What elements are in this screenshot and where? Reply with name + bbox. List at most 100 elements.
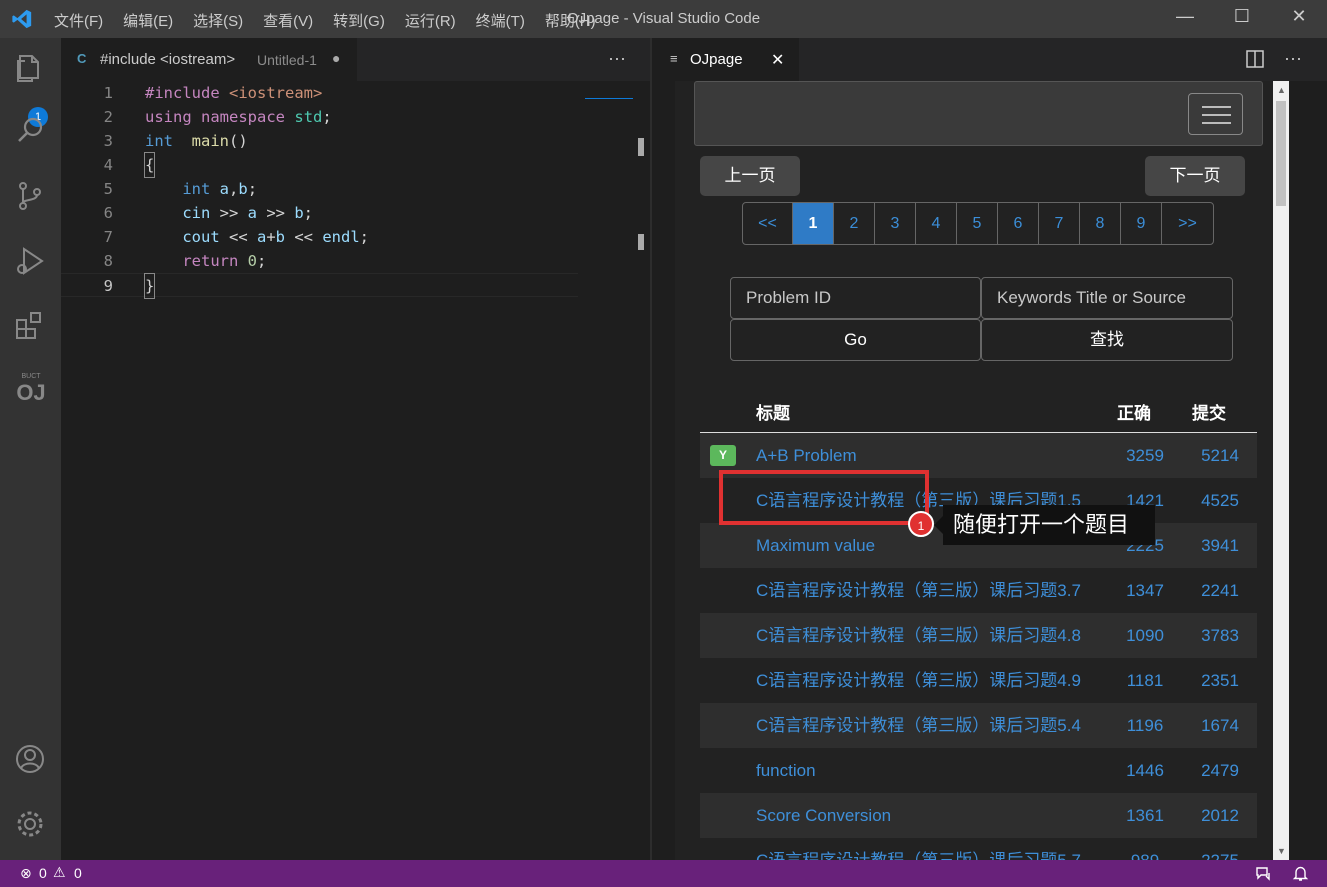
webview-scrollbar[interactable]: ▲ ▼	[1273, 81, 1289, 860]
col-submit[interactable]: 提交	[1192, 399, 1226, 424]
table-row[interactable]: C语言程序设计教程（第三版）课后习题5.4 1196 1674	[700, 703, 1257, 748]
problem-title-link[interactable]: C语言程序设计教程（第三版）课后习题4.9	[756, 658, 1081, 703]
page-2[interactable]: 2	[834, 203, 875, 244]
editor-more-actions-icon[interactable]: ···	[608, 48, 626, 69]
oj-extension-icon[interactable]: BUCT OJ	[12, 373, 50, 411]
page-4[interactable]: 4	[916, 203, 957, 244]
feedback-icon[interactable]	[1255, 865, 1272, 882]
table-row[interactable]: C语言程序设计教程（第三版）课后习题4.8 1090 3783	[700, 613, 1257, 658]
submit-count[interactable]: 3941	[1190, 523, 1250, 568]
correct-count[interactable]: 3259	[1110, 433, 1180, 478]
more-actions-icon[interactable]: ···	[1284, 48, 1302, 69]
page-8[interactable]: 8	[1080, 203, 1121, 244]
correct-count[interactable]: 1347	[1110, 568, 1180, 613]
next-page-button[interactable]: 下一页	[1145, 156, 1245, 196]
tab-close-icon[interactable]: ✕	[771, 50, 784, 70]
warnings-icon[interactable]: ⚠	[53, 864, 66, 881]
table-row[interactable]: function 1446 2479	[700, 748, 1257, 793]
tab-dirty-indicator[interactable]: ●	[332, 50, 340, 66]
submit-count[interactable]: 2012	[1190, 793, 1250, 838]
correct-count[interactable]: 1361	[1110, 793, 1180, 838]
submit-count[interactable]: 4525	[1190, 478, 1250, 523]
submit-count[interactable]: 5214	[1190, 433, 1250, 478]
accounts-icon[interactable]	[12, 741, 50, 779]
keywords-input[interactable]: Keywords Title or Source	[981, 277, 1233, 319]
editor-scrollbar-marker	[638, 234, 644, 250]
extensions-icon[interactable]	[12, 308, 50, 346]
errors-count[interactable]: 0	[39, 865, 47, 881]
editor-tab-untitled[interactable]: C #include <iostream> Untitled-1 ●	[61, 38, 357, 81]
table-row[interactable]: C语言程序设计教程（第三版）课后习题3.7 1347 2241	[700, 568, 1257, 613]
explorer-icon[interactable]	[12, 50, 50, 88]
correct-count[interactable]: 1090	[1110, 613, 1180, 658]
problem-title-link[interactable]: function	[756, 748, 816, 793]
line-number: 7	[103, 228, 113, 246]
menu-view[interactable]: 查看(V)	[263, 10, 313, 31]
webview-tab-ojpage[interactable]: ≡ OJpage ✕	[652, 38, 799, 81]
line-number: 3	[103, 132, 113, 150]
source-control-icon[interactable]	[12, 178, 50, 216]
page-5[interactable]: 5	[957, 203, 998, 244]
maximize-button[interactable]: ☐	[1227, 6, 1257, 32]
warnings-count[interactable]: 0	[74, 865, 82, 881]
table-row[interactable]: Score Conversion 1361 2012	[700, 793, 1257, 838]
scroll-up-arrow-icon[interactable]: ▲	[1277, 85, 1286, 95]
table-row[interactable]: C语言程序设计教程（第三版）课后习题4.9 1181 2351	[700, 658, 1257, 703]
go-button[interactable]: Go	[730, 319, 981, 361]
scrollbar-thumb[interactable]	[1276, 101, 1286, 206]
notifications-bell-icon[interactable]	[1292, 865, 1309, 882]
page-first[interactable]: <<	[743, 203, 793, 244]
menu-edit[interactable]: 编辑(E)	[123, 10, 173, 31]
menu-selection[interactable]: 选择(S)	[193, 10, 243, 31]
search-icon[interactable]	[12, 113, 50, 151]
hamburger-menu-icon[interactable]	[1188, 93, 1243, 135]
close-window-button[interactable]: ✕	[1284, 6, 1314, 32]
problem-title-link[interactable]: Maximum value	[756, 523, 875, 568]
menu-help[interactable]: 帮助(H)	[545, 10, 596, 31]
menu-file[interactable]: 文件(F)	[54, 10, 103, 31]
page-9[interactable]: 9	[1121, 203, 1162, 244]
editor-group: C #include <iostream> Untitled-1 ● ··· 1…	[61, 38, 650, 860]
problem-title-link[interactable]: C语言程序设计教程（第三版）课后习题3.7	[756, 568, 1081, 613]
scroll-down-arrow-icon[interactable]: ▼	[1277, 846, 1286, 856]
submit-count[interactable]: 1674	[1190, 703, 1250, 748]
problem-title-link[interactable]: C语言程序设计教程（第三版）课后习题5.4	[756, 703, 1081, 748]
oj-webview: 上一页 下一页 << 1 2 3 4 5 6 7 8 9 >> Problem …	[675, 81, 1273, 860]
col-correct[interactable]: 正确	[1117, 399, 1151, 424]
errors-icon[interactable]: ⊗	[20, 865, 32, 882]
search-button[interactable]: 查找	[981, 319, 1233, 361]
settings-gear-icon[interactable]	[12, 806, 50, 844]
page-1[interactable]: 1	[793, 203, 834, 244]
problem-title-link[interactable]: C语言程序设计教程（第三版）课后习题4.8	[756, 613, 1081, 658]
run-debug-icon[interactable]	[12, 243, 50, 281]
menu-run[interactable]: 运行(R)	[405, 10, 456, 31]
code-line: 2 using namespace std;	[61, 105, 650, 129]
code-text: using namespace std;	[145, 108, 332, 126]
editor-scrollbar[interactable]	[638, 138, 644, 156]
cpp-file-icon: C	[77, 51, 87, 66]
correct-count[interactable]: 1196	[1110, 703, 1180, 748]
minimize-button[interactable]: —	[1170, 6, 1200, 32]
code-text: {	[143, 152, 156, 178]
page-6[interactable]: 6	[998, 203, 1039, 244]
page-last[interactable]: >>	[1162, 203, 1213, 244]
submit-count[interactable]: 3783	[1190, 613, 1250, 658]
problem-title-link[interactable]: Score Conversion	[756, 793, 891, 838]
col-title[interactable]: 标题	[756, 399, 790, 424]
page-3[interactable]: 3	[875, 203, 916, 244]
split-editor-icon[interactable]	[1246, 50, 1264, 68]
minimap[interactable]	[585, 81, 633, 99]
code-line: 6 cin >> a >> b;	[61, 201, 650, 225]
page-7[interactable]: 7	[1039, 203, 1080, 244]
submit-count[interactable]: 2351	[1190, 658, 1250, 703]
line-number: 4	[103, 156, 113, 174]
submit-count[interactable]: 2479	[1190, 748, 1250, 793]
menu-go[interactable]: 转到(G)	[333, 10, 385, 31]
submit-count[interactable]: 2241	[1190, 568, 1250, 613]
correct-count[interactable]: 1446	[1110, 748, 1180, 793]
menu-terminal[interactable]: 终端(T)	[476, 10, 525, 31]
correct-count[interactable]: 1181	[1110, 658, 1180, 703]
code-line-current: 9}	[61, 273, 578, 299]
prev-page-button[interactable]: 上一页	[700, 156, 800, 196]
problem-id-input[interactable]: Problem ID	[730, 277, 981, 319]
